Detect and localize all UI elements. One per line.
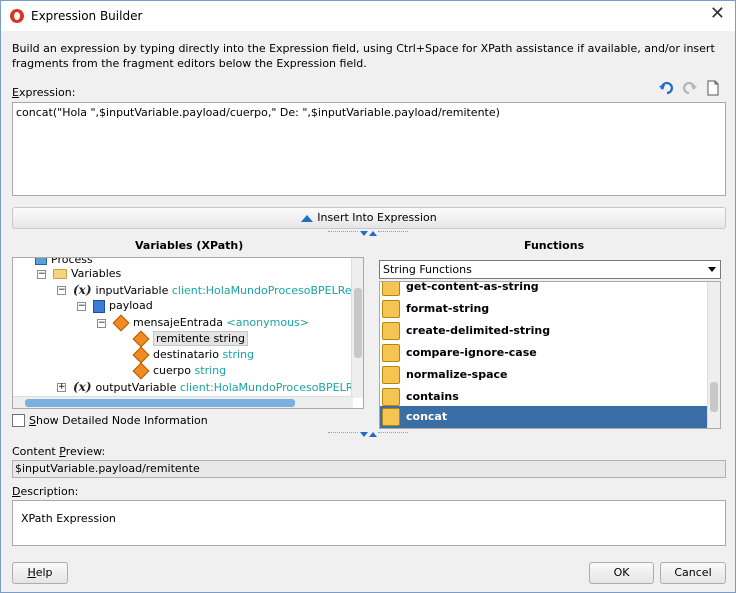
- function-item[interactable]: normalize-space: [380, 364, 708, 386]
- window-title: Expression Builder: [31, 9, 143, 23]
- xpath-variable-icon: (x): [73, 380, 92, 394]
- title-bar: Expression Builder ✕: [1, 1, 735, 31]
- splitter-down-arrow-icon: [360, 231, 368, 236]
- collapse-icon[interactable]: −: [37, 270, 46, 279]
- show-detailed-node-checkbox[interactable]: [12, 414, 25, 427]
- element-icon: [132, 330, 150, 348]
- folder-icon: [53, 269, 67, 279]
- function-item-selected[interactable]: concat: [380, 406, 708, 428]
- arrow-up-icon: [301, 214, 314, 222]
- intro-text: Build an expression by typing directly i…: [12, 42, 715, 70]
- content-preview-label: Content Preview:: [12, 445, 106, 458]
- expression-field[interactable]: concat("Hola ",$inputVariable.payload/cu…: [12, 102, 726, 196]
- tree-node-inputvariable[interactable]: (x) inputVariable client:HolaMundoProceso…: [73, 282, 363, 298]
- tree-horizontal-scrollbar[interactable]: [13, 396, 353, 408]
- function-icon: [382, 300, 400, 318]
- undo-icon[interactable]: [658, 80, 674, 96]
- payload-icon: [93, 299, 105, 313]
- expand-icon[interactable]: +: [57, 383, 66, 392]
- chevron-down-icon: [708, 267, 716, 272]
- show-detailed-node-label[interactable]: Show Detailed Node Information: [29, 414, 208, 427]
- function-category-select[interactable]: String Functions: [379, 260, 721, 279]
- splitter-up-arrow-icon: [369, 231, 377, 236]
- expression-label: Expression:: [12, 86, 76, 99]
- close-icon[interactable]: ✕: [710, 5, 725, 23]
- tree-vertical-scrollbar[interactable]: [351, 258, 363, 398]
- function-icon: [382, 322, 400, 340]
- top-splitter[interactable]: [328, 231, 408, 237]
- collapse-icon[interactable]: −: [57, 286, 66, 295]
- expression-builder-dialog: Expression Builder ✕ Build an expression…: [0, 0, 736, 593]
- function-icon: [382, 344, 400, 362]
- variables-tree[interactable]: Process − Variables − (x) inputVariable c…: [12, 257, 364, 409]
- process-icon: [35, 258, 47, 265]
- cancel-button[interactable]: Cancel: [660, 562, 726, 584]
- new-document-icon[interactable]: [705, 80, 721, 96]
- help-button[interactable]: Help: [12, 562, 68, 584]
- scrollbar-thumb[interactable]: [354, 288, 362, 358]
- function-item[interactable]: contains: [380, 386, 708, 408]
- insert-into-expression-button[interactable]: Insert Into Expression: [12, 207, 726, 229]
- function-item[interactable]: create-delimited-string: [380, 320, 708, 342]
- scrollbar-thumb[interactable]: [710, 382, 718, 412]
- collapse-icon[interactable]: −: [97, 319, 106, 328]
- function-icon: [382, 366, 400, 384]
- tree-node-payload[interactable]: payload: [93, 298, 153, 314]
- collapse-icon[interactable]: −: [77, 302, 86, 311]
- tree-node-destinatario[interactable]: destinatario string: [132, 346, 254, 364]
- function-icon: [382, 408, 400, 426]
- xpath-variable-icon: (x): [73, 283, 92, 297]
- tree-node-outputvariable[interactable]: (x) outputVariable client:HolaMundoProces…: [73, 379, 363, 395]
- scrollbar-thumb[interactable]: [25, 399, 295, 407]
- function-icon: [382, 282, 400, 296]
- element-icon: [132, 346, 150, 364]
- element-icon: [112, 314, 130, 332]
- function-item[interactable]: compare-ignore-case: [380, 342, 708, 364]
- description-label: Description:: [12, 485, 79, 498]
- ok-button[interactable]: OK: [589, 562, 654, 584]
- bottom-splitter[interactable]: [328, 432, 408, 438]
- splitter-down-arrow-icon: [360, 432, 368, 437]
- tree-node-cuerpo[interactable]: cuerpo string: [132, 362, 226, 380]
- tree-node-variables[interactable]: Variables: [53, 266, 121, 282]
- variables-title: Variables (XPath): [135, 239, 244, 252]
- content-preview-field: $inputVariable.payload/remitente: [12, 460, 726, 478]
- oracle-app-icon: [10, 9, 24, 23]
- splitter-up-arrow-icon: [369, 432, 377, 437]
- functions-vertical-scrollbar[interactable]: [707, 282, 720, 428]
- function-icon: [382, 388, 400, 406]
- element-icon: [132, 362, 150, 380]
- tree-node-mensajeentrada[interactable]: mensajeEntrada <anonymous>: [112, 314, 309, 332]
- functions-title: Functions: [524, 239, 585, 252]
- functions-list[interactable]: get-content-as-string format-string crea…: [379, 281, 721, 429]
- tree-node-remitente[interactable]: remitente string: [132, 330, 249, 348]
- redo-icon[interactable]: [682, 80, 698, 96]
- function-item[interactable]: get-content-as-string: [380, 282, 708, 298]
- description-field: XPath Expression: [12, 500, 726, 546]
- function-item[interactable]: format-string: [380, 298, 708, 320]
